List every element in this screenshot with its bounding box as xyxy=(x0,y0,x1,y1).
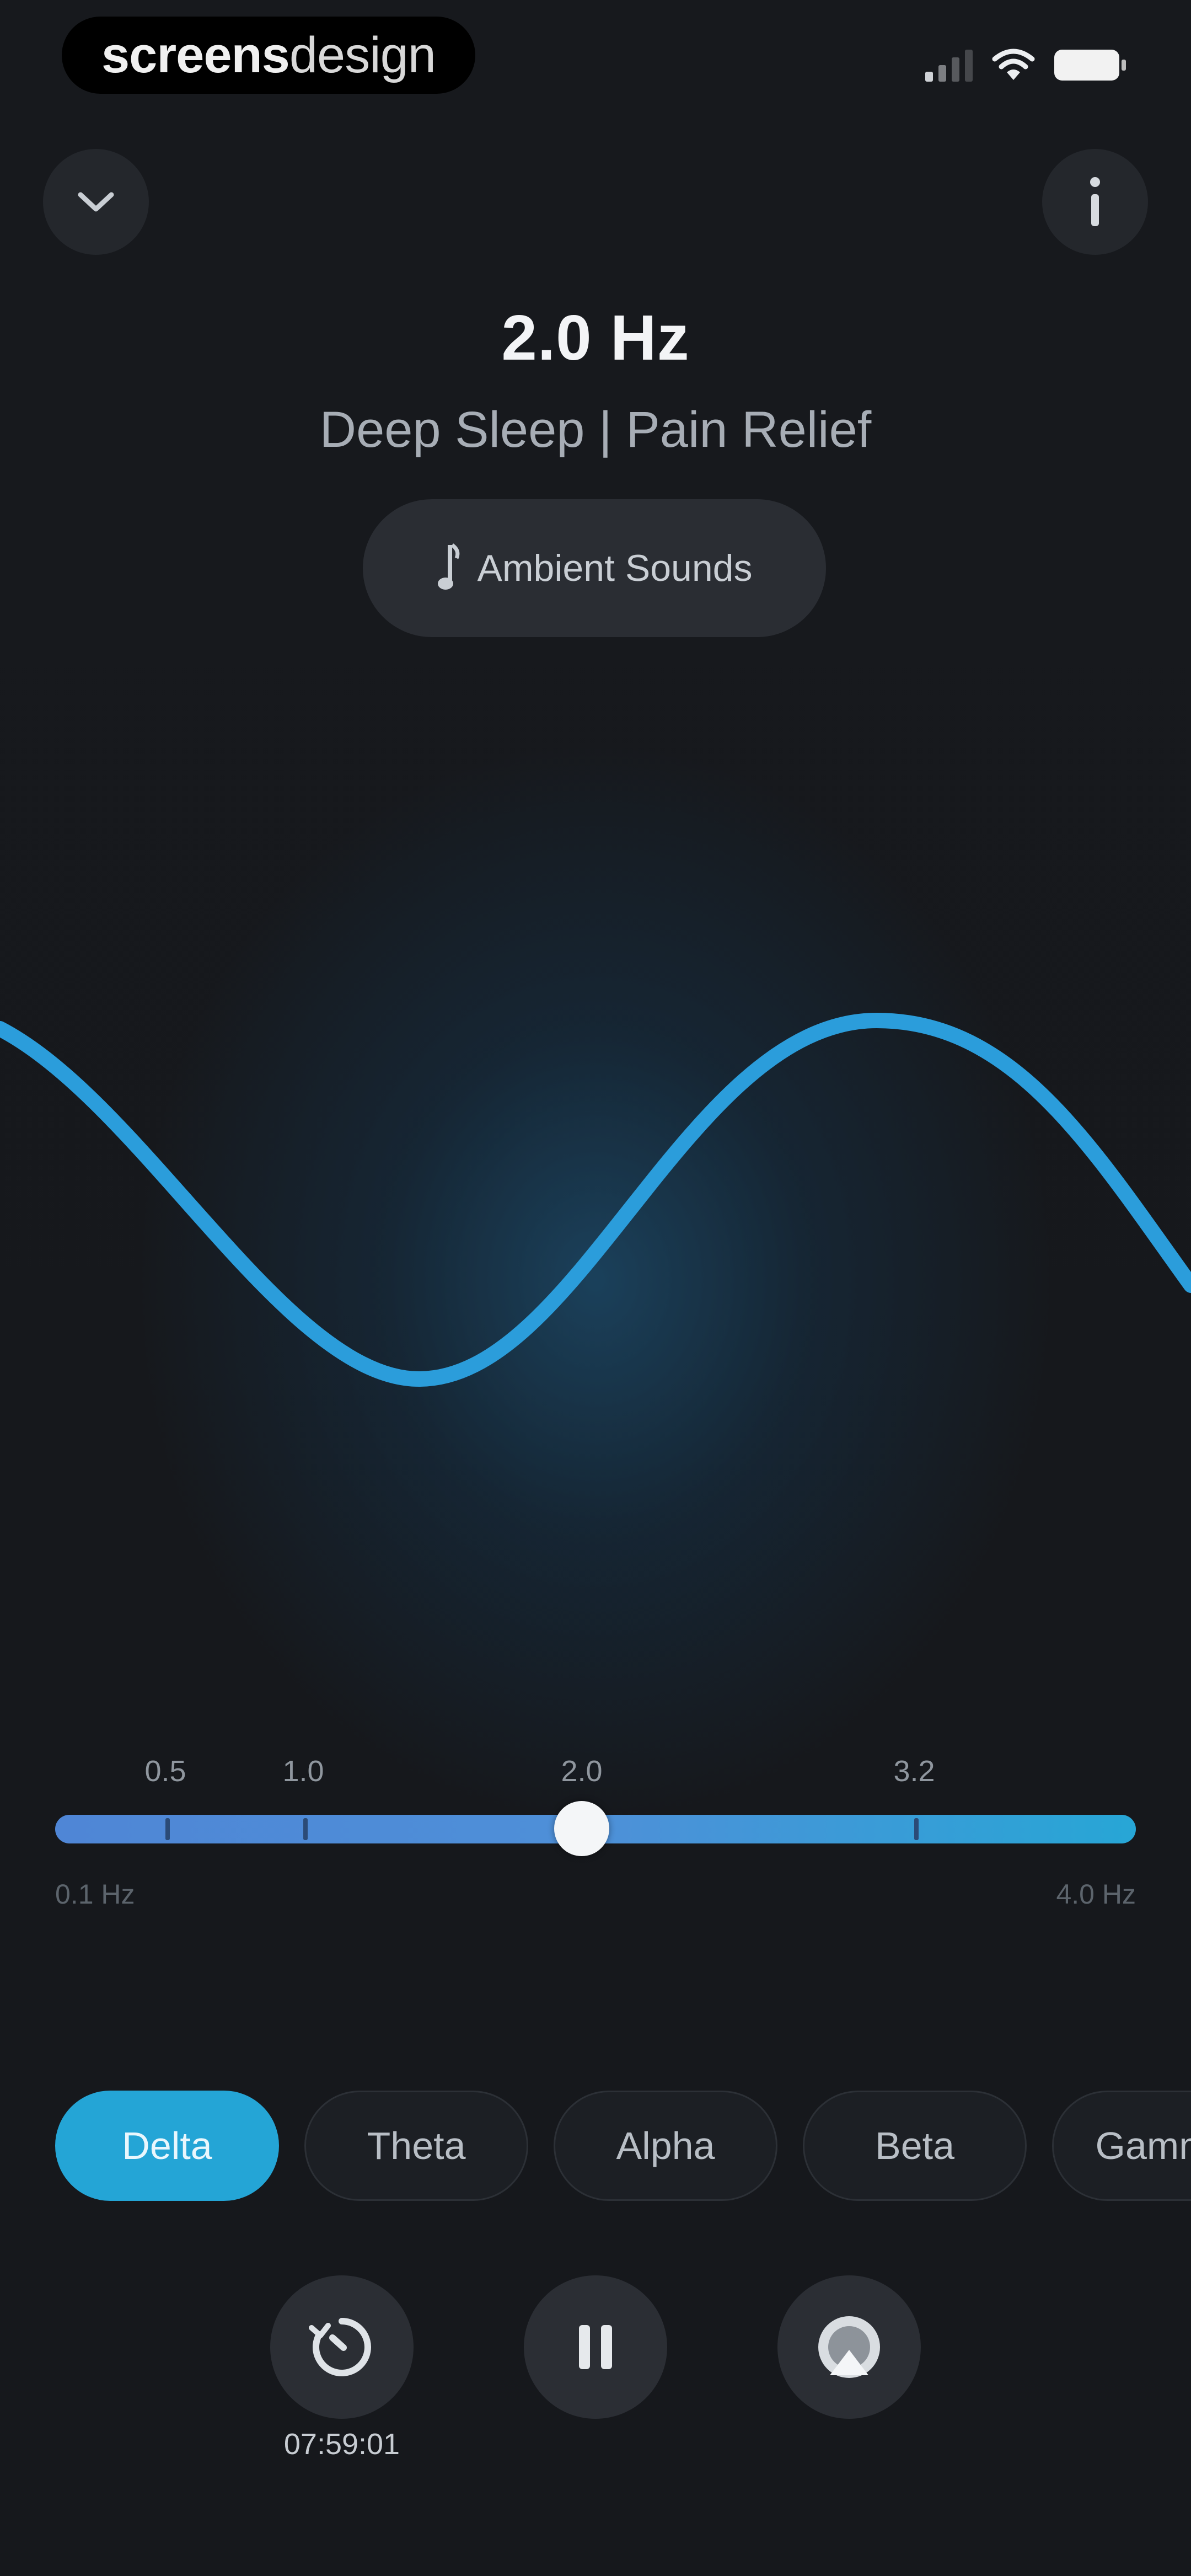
cellular-signal-icon xyxy=(925,49,973,82)
airplay-icon xyxy=(818,2316,880,2378)
band-chip-delta[interactable]: Delta xyxy=(55,2091,279,2201)
slider-tick-label: 0.5 xyxy=(144,1755,186,1788)
pause-button[interactable] xyxy=(524,2275,667,2419)
timer-icon xyxy=(309,2318,371,2376)
frequency-subtitle: Deep Sleep | Pain Relief xyxy=(319,402,872,458)
slider-tick-label: 3.2 xyxy=(893,1755,935,1788)
band-selector: Delta Theta Alpha Beta Gamma xyxy=(55,2091,1191,2201)
player-screen: screens design 2.0 Hz Deep Sleep | Pain R… xyxy=(0,0,1191,2576)
slider-tick-mark xyxy=(303,1818,308,1840)
band-chip-gamma[interactable]: Gamma xyxy=(1052,2091,1191,2201)
pause-icon xyxy=(579,2325,612,2369)
brand-logo: screens design xyxy=(62,17,475,94)
frequency-slider-thumb[interactable] xyxy=(554,1801,609,1856)
info-button[interactable] xyxy=(1042,149,1148,255)
slider-tick-mark xyxy=(165,1818,170,1840)
ambient-sounds-button[interactable]: Ambient Sounds xyxy=(363,499,826,637)
slider-min-label: 0.1 Hz xyxy=(55,1879,135,1910)
sleep-timer-button[interactable] xyxy=(270,2275,414,2419)
battery-icon xyxy=(1054,50,1126,81)
wifi-icon xyxy=(992,49,1035,80)
brand-bold-text: screens xyxy=(101,26,290,83)
wave-visualization xyxy=(0,1012,1191,1387)
timer-countdown: 07:59:01 xyxy=(283,2428,400,2461)
brand-light-text: design xyxy=(289,26,436,83)
slider-tick-mark xyxy=(914,1818,919,1840)
status-icons xyxy=(925,43,1126,87)
frequency-title: 2.0 Hz xyxy=(501,302,690,373)
band-chip-beta[interactable]: Beta xyxy=(803,2091,1027,2201)
band-chip-theta[interactable]: Theta xyxy=(304,2091,528,2201)
chevron-down-icon xyxy=(78,192,114,212)
ambient-sounds-label: Ambient Sounds xyxy=(477,547,753,589)
slider-max-label: 4.0 Hz xyxy=(1056,1879,1136,1910)
slider-tick-label: 2.0 xyxy=(561,1755,603,1788)
band-chip-alpha[interactable]: Alpha xyxy=(554,2091,777,2201)
collapse-button[interactable] xyxy=(43,149,149,255)
music-note-icon xyxy=(437,543,459,590)
slider-tick-label: 1.0 xyxy=(282,1755,324,1788)
airplay-button[interactable] xyxy=(777,2275,921,2419)
info-icon xyxy=(1090,177,1100,226)
